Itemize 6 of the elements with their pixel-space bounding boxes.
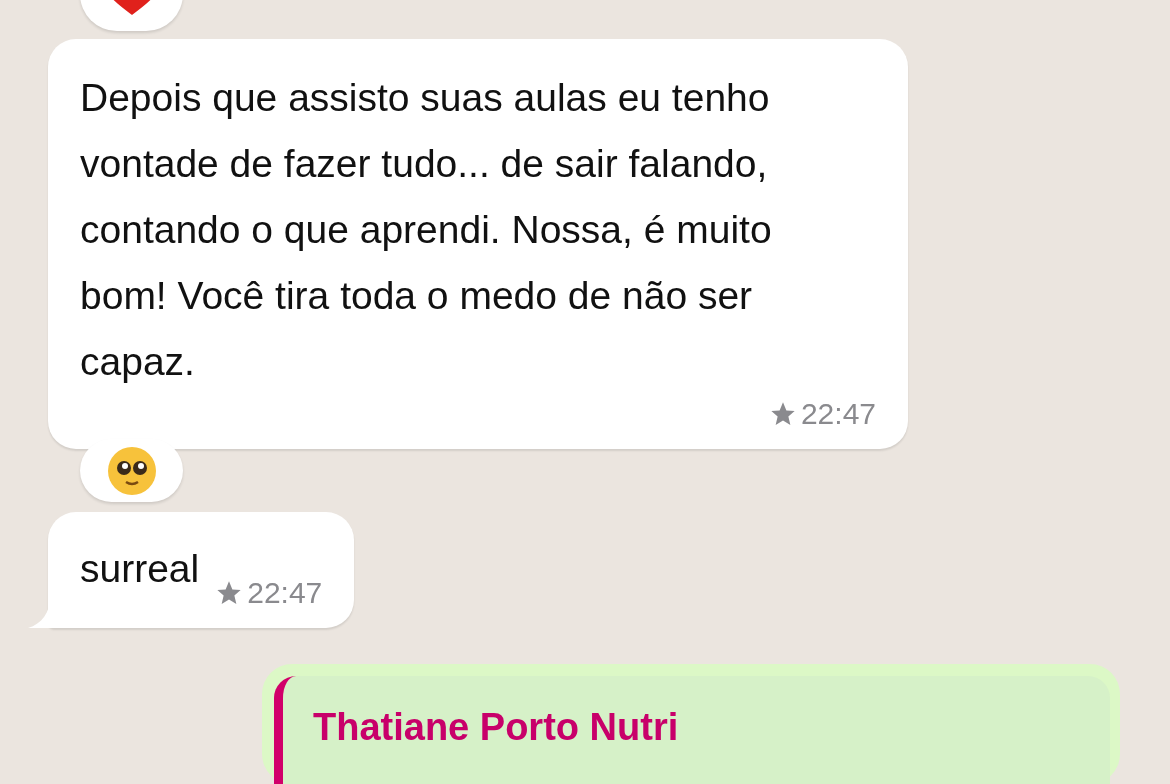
message-time: 22:47 [247,576,323,610]
message-text: surreal [80,546,200,592]
message-text: Depois que assisto suas aulas eu tenho vontade de fazer tudo... de sair falando, contando o que aprendi. Nossa, é muito bom! Você tira toda o medo de não ser capaz. [80,75,773,386]
message-time: 22:47 [800,397,876,432]
quoted-message[interactable]: Thatiane Porto Nutri [274,676,1110,784]
quote-author: Thatiane Porto Nutri [313,706,679,748]
